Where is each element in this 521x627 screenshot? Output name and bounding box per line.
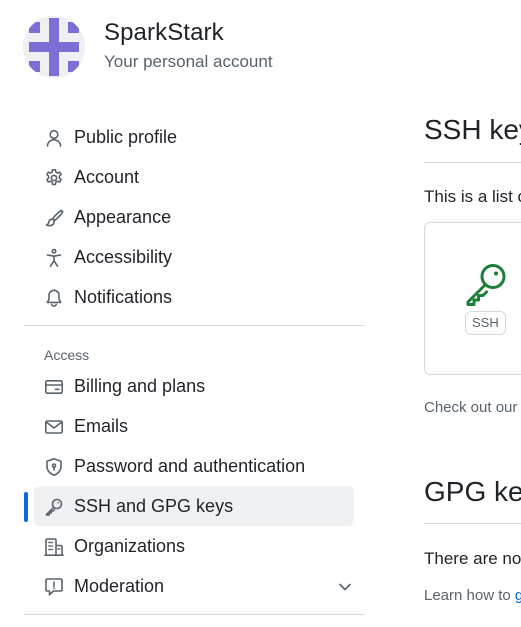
sidebar-divider: [24, 614, 364, 615]
learn-how-label: Learn how to: [424, 587, 511, 604]
section-heading-access: Access: [24, 326, 364, 366]
sidebar-item-public-profile[interactable]: Public profile: [34, 117, 354, 157]
ssh-keys-heading: SSH keys: [424, 114, 521, 145]
learn-how-text: Learn how to g: [424, 587, 521, 604]
key-icon: [44, 497, 64, 517]
sidebar-item-organizations[interactable]: Organizations: [34, 526, 354, 566]
active-indicator: [24, 492, 28, 522]
chevron-down-icon[interactable]: [336, 578, 354, 596]
sidebar-item-label: SSH and GPG keys: [74, 496, 234, 516]
gpg-keys-heading: GPG keys: [424, 476, 521, 507]
sidebar-item-label: Emails: [74, 416, 129, 436]
report-icon: [44, 577, 64, 597]
sidebar-item-label: Notifications: [74, 287, 173, 307]
check-out-text: Check out our: [424, 399, 518, 416]
sidebar-item-password-auth[interactable]: Password and authentication: [34, 446, 354, 486]
account-name[interactable]: SparkStark: [104, 19, 224, 47]
sidebar-item-account[interactable]: Account: [34, 157, 354, 197]
main-content: SSH keys This is a list of SSH Check out…: [424, 0, 521, 627]
sidebar-item-accessibility[interactable]: Accessibility: [34, 237, 354, 277]
avatar[interactable]: [23, 16, 85, 78]
sidebar-item-appearance[interactable]: Appearance: [34, 197, 354, 237]
ssh-intro-text: This is a list of: [424, 187, 521, 206]
sidebar-item-label: Appearance: [74, 207, 172, 227]
sidebar-item-moderation[interactable]: Moderation: [34, 566, 354, 606]
heading-divider: [424, 162, 521, 163]
account-subtitle: Your personal account: [104, 52, 273, 71]
sidebar-item-billing[interactable]: Billing and plans: [34, 366, 354, 406]
accessibility-icon: [44, 248, 64, 268]
organization-icon: [44, 537, 64, 557]
paintbrush-icon: [44, 208, 64, 228]
sidebar-item-label: Accessibility: [74, 247, 173, 267]
settings-sidebar: Public profile Account Appearance Access…: [24, 117, 364, 615]
sidebar-item-label: Moderation: [74, 576, 165, 596]
sidebar-item-ssh-gpg-keys[interactable]: SSH and GPG keys: [24, 486, 354, 526]
sidebar-item-label: Password and authentication: [74, 456, 306, 476]
key-icon: [464, 262, 508, 306]
credit-card-icon: [44, 377, 64, 397]
person-icon: [44, 128, 64, 148]
section-heading-label: Access: [44, 347, 90, 363]
heading-divider: [424, 523, 521, 524]
sidebar-item-label: Billing and plans: [74, 376, 206, 396]
learn-gpg-link[interactable]: g: [515, 587, 521, 604]
bell-icon: [44, 288, 64, 308]
sidebar-item-label: Account: [74, 167, 140, 187]
sidebar-item-notifications[interactable]: Notifications: [34, 277, 354, 317]
gpg-intro-text: There are no: [424, 549, 521, 568]
sidebar-item-label: Organizations: [74, 536, 186, 556]
ssh-label-badge: SSH: [465, 311, 506, 335]
ssh-key-card: SSH: [424, 222, 521, 375]
sidebar-item-emails[interactable]: Emails: [34, 406, 354, 446]
shield-lock-icon: [44, 457, 64, 477]
gear-icon: [44, 168, 64, 188]
settings-page: SparkStark Your personal account Public …: [0, 0, 521, 627]
mail-icon: [44, 417, 64, 437]
sidebar-item-label: Public profile: [74, 127, 178, 147]
